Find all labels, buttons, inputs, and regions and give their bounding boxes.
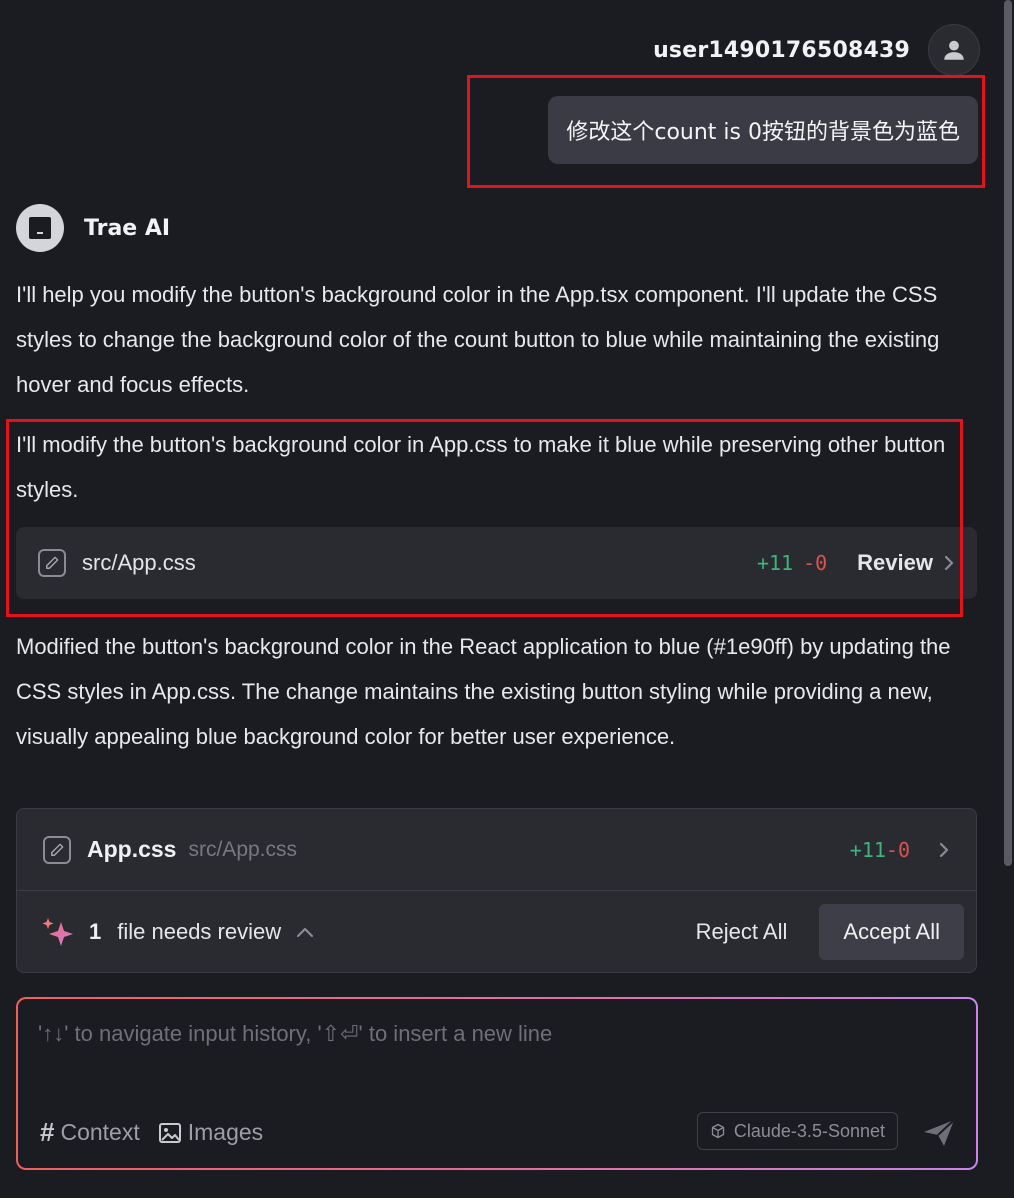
review-needs-label: file needs review (117, 919, 282, 944)
file-path: src/App.css (82, 550, 196, 575)
lines-removed: -0 (803, 551, 828, 575)
review-lines-removed: -0 (885, 837, 910, 862)
hash-icon: # (40, 1117, 55, 1147)
lines-added: +11 (756, 551, 794, 575)
scrollbar[interactable] (1002, 0, 1012, 866)
reject-all-button[interactable]: Reject All (678, 904, 806, 960)
scrollbar-thumb[interactable] (1004, 0, 1012, 866)
user-message: 修改这个count is 0按钮的背景色为蓝色 (548, 96, 978, 164)
image-icon (158, 1122, 181, 1143)
sparkle-icon (41, 916, 75, 948)
review-file-name: App.css (87, 836, 177, 862)
ai-paragraph-1: I'll help you modify the button's backgr… (16, 282, 940, 397)
chevron-up-icon[interactable] (295, 925, 315, 939)
send-icon[interactable] (922, 1118, 956, 1148)
chevron-right-icon (943, 554, 955, 572)
cube-icon (711, 1123, 725, 1139)
model-label: Claude-3.5-Sonnet (733, 1120, 885, 1141)
images-label: Images (187, 1119, 264, 1145)
pencil-icon (43, 835, 71, 864)
trae-logo-icon (29, 217, 51, 239)
context-label: Context (60, 1119, 140, 1145)
ai-name: Trae AI (84, 215, 171, 241)
user-avatar (928, 24, 980, 76)
model-selector[interactable]: Claude-3.5-Sonnet (696, 1112, 898, 1150)
accept-all-button[interactable]: Accept All (819, 904, 964, 960)
ai-header: Trae AI (16, 204, 170, 252)
images-button[interactable]: Images (158, 1119, 263, 1146)
file-change-row[interactable]: src/App.css +11 -0 Review (16, 527, 977, 599)
person-icon (944, 40, 964, 60)
user-header: user1490176508439 (653, 24, 980, 76)
input-tools: # Context Images (40, 1117, 263, 1148)
review-button[interactable]: Review (857, 550, 933, 576)
user-name: user1490176508439 (653, 37, 910, 63)
chat-panel: user1490176508439 修改这个count is 0按钮的背景色为蓝… (0, 0, 1014, 1198)
review-file-row[interactable]: App.css src/App.css +11 -0 (17, 809, 976, 891)
chat-input-box: # Context Images Claude-3.5-Sonnet (16, 997, 978, 1170)
ai-avatar (16, 204, 64, 252)
pencil-icon (38, 549, 66, 577)
review-footer: 1 file needs review Reject All Accept Al… (17, 891, 976, 973)
review-file-path: src/App.css (188, 837, 298, 861)
review-count: 1 (89, 919, 102, 944)
chat-input[interactable] (18, 999, 976, 1089)
review-lines-added: +11 (849, 837, 886, 862)
ai-paragraph-2: I'll modify the button's background colo… (16, 432, 946, 502)
ai-paragraph-3: Modified the button's background color i… (16, 634, 951, 749)
review-panel: App.css src/App.css +11 -0 1 file needs … (16, 808, 977, 973)
chevron-right-icon (938, 841, 950, 859)
context-button[interactable]: # Context (40, 1117, 140, 1148)
